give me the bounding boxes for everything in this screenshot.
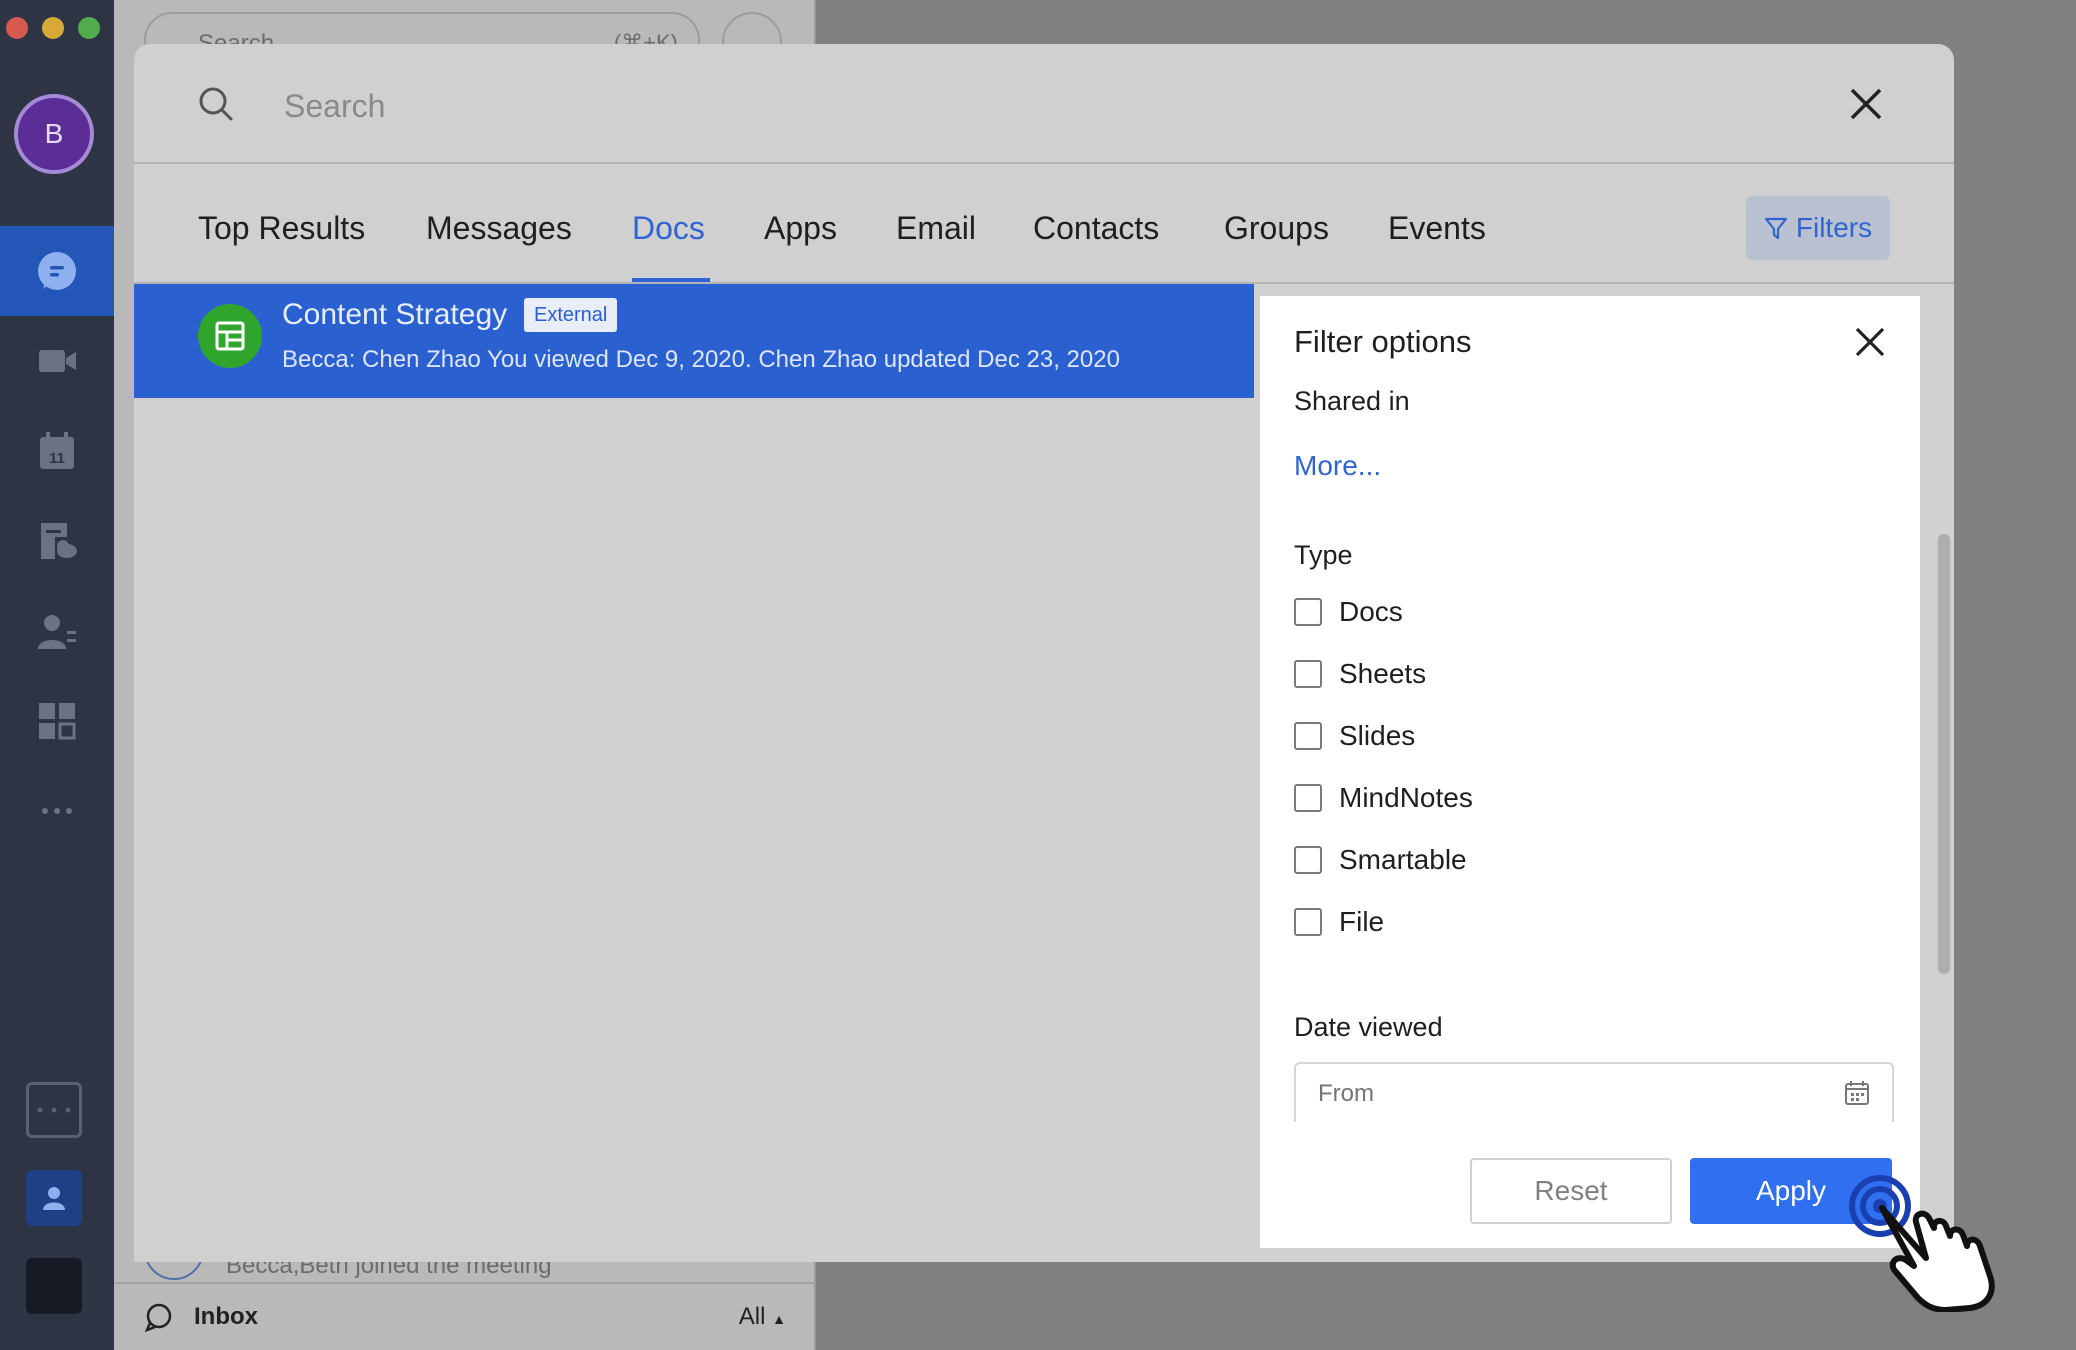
type-option-mindnotes[interactable]: MindNotes	[1294, 780, 1473, 816]
calendar-icon: 11	[40, 432, 74, 469]
inbox-label: Inbox	[194, 1303, 258, 1330]
filter-funnel-icon	[1764, 217, 1787, 240]
user-avatar[interactable]: B	[14, 94, 94, 174]
checkbox-label: File	[1339, 906, 1385, 937]
person-icon	[43, 1187, 65, 1210]
search-category-tabs: Top Results Messages Docs Apps Email Con…	[134, 166, 1954, 284]
sidebar-item-calendar[interactable]: 11	[0, 406, 114, 496]
inbox-chat-icon	[144, 1303, 172, 1332]
filters-label: Filters	[1795, 212, 1873, 243]
inbox-filter: All ▲	[739, 1303, 786, 1331]
filter-options-panel: Filter options Shared in More... Type Do…	[1260, 296, 1920, 1248]
type-label: Type	[1294, 540, 1353, 570]
window-minimize-button[interactable]	[42, 17, 64, 39]
sidebar-item-messenger[interactable]	[0, 226, 114, 316]
type-option-slides[interactable]: Slides	[1294, 718, 1415, 754]
ellipsis-icon	[37, 1107, 71, 1113]
type-option-docs[interactable]: Docs	[1294, 594, 1403, 630]
sidebar-item-more[interactable]	[0, 766, 114, 856]
calendar-icon[interactable]	[1844, 1080, 1870, 1106]
svg-text:11: 11	[49, 450, 65, 467]
checkbox[interactable]	[1294, 784, 1322, 812]
type-option-file[interactable]: File	[1294, 904, 1384, 940]
sheet-icon	[198, 304, 262, 368]
tab-events[interactable]: Events	[1388, 210, 1486, 247]
avatar-initial: B	[44, 118, 64, 149]
checkbox[interactable]	[1294, 846, 1322, 874]
window-zoom-button[interactable]	[78, 17, 100, 39]
result-title: Content Strategy	[282, 298, 508, 331]
inbox-filter-label: All	[738, 1303, 766, 1330]
checkbox[interactable]	[1294, 598, 1322, 626]
contacts-icon	[38, 615, 76, 649]
close-icon[interactable]	[1852, 324, 1888, 360]
checkbox-label: Slides	[1339, 720, 1416, 751]
checkbox-label: Sheets	[1339, 658, 1427, 689]
chat-icon	[38, 252, 76, 290]
tab-docs[interactable]: Docs	[632, 210, 705, 247]
tab-apps[interactable]: Apps	[764, 210, 837, 247]
checkbox[interactable]	[1294, 908, 1322, 936]
filters-button[interactable]: Filters	[1746, 196, 1890, 260]
search-result-item[interactable]: Content Strategy External Becca: Chen Zh…	[134, 284, 1254, 398]
type-option-sheets[interactable]: Sheets	[1294, 656, 1426, 692]
app-sidebar: B 11	[0, 0, 114, 1350]
caret-up-icon: ▲	[772, 1311, 786, 1327]
more-link[interactable]: More...	[1294, 450, 1381, 482]
sidebar-item-video[interactable]	[0, 316, 114, 406]
hand-pointer-icon	[1849, 1175, 1995, 1312]
tab-top-results[interactable]: Top Results	[198, 210, 365, 247]
reset-button[interactable]: Reset	[1470, 1158, 1672, 1224]
result-metadata: Becca: Chen Zhao You viewed Dec 9, 2020.…	[282, 346, 1120, 373]
checkbox-label: Docs	[1339, 596, 1403, 627]
docs-cloud-icon	[41, 523, 77, 559]
checkbox-label: Smartable	[1339, 844, 1467, 875]
sidebar-item-workplace[interactable]	[0, 676, 114, 766]
window-close-button[interactable]	[6, 17, 28, 39]
date-viewed-label: Date viewed	[1294, 1012, 1443, 1042]
more-apps-button[interactable]	[26, 1082, 82, 1138]
tab-messages[interactable]: Messages	[426, 210, 572, 247]
profile-button[interactable]	[26, 1170, 82, 1226]
checkbox[interactable]	[1294, 722, 1322, 750]
type-option-smartable[interactable]: Smartable	[1294, 842, 1467, 878]
external-badge: External	[524, 298, 618, 332]
tab-contacts[interactable]: Contacts	[1033, 210, 1159, 247]
sidebar-item-docs[interactable]	[0, 496, 114, 586]
close-icon[interactable]	[1846, 84, 1886, 124]
shared-in-label: Shared in	[1294, 386, 1410, 416]
tab-email[interactable]: Email	[896, 210, 976, 247]
workplace-icon	[39, 703, 76, 740]
more-icon	[42, 808, 72, 814]
scrollbar[interactable]	[1938, 534, 1950, 974]
tab-groups[interactable]: Groups	[1224, 210, 1329, 247]
search-input[interactable]	[284, 78, 1784, 134]
inbox-bar: Inbox All ▲	[114, 1282, 816, 1350]
sidebar-item-contacts[interactable]	[0, 586, 114, 676]
checkbox-label: MindNotes	[1339, 782, 1473, 813]
filter-panel-title: Filter options	[1294, 324, 1472, 359]
video-icon	[39, 350, 76, 372]
search-icon	[199, 87, 233, 121]
date-from-field	[1294, 1062, 1894, 1122]
date-from-input[interactable]	[1318, 1076, 1798, 1112]
checkbox[interactable]	[1294, 660, 1322, 688]
app-shortcut-button[interactable]	[26, 1258, 82, 1314]
search-bar	[134, 44, 1954, 164]
active-tab-indicator	[632, 278, 710, 282]
